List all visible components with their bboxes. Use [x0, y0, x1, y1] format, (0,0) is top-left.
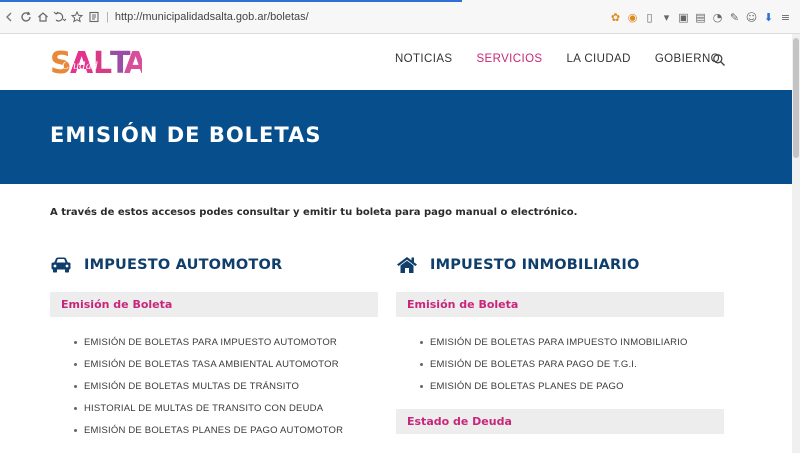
undo-icon[interactable]: [51, 6, 68, 28]
reader-icon[interactable]: [85, 6, 102, 28]
account-icon[interactable]: ☺: [743, 7, 760, 27]
automotor-links: EMISIÓN DE BOLETAS PARA IMPUESTO AUTOMOT…: [50, 331, 378, 441]
home-icon[interactable]: [34, 6, 51, 28]
automotor-title: IMPUESTO AUTOMOTOR: [84, 257, 283, 273]
main-navigation: NOTICIAS SERVICIOS LA CIUDAD GOBIERNO: [371, 34, 720, 84]
browser-extension-icons: ✿ ◉ ▯ ▾ ▣ ▤ ◔ ✎ ☺ ⬇ ≡: [607, 0, 794, 34]
automotor-heading: IMPUESTO AUTOMOTOR: [50, 254, 378, 276]
automotor-section-emision: Emisión de Boleta: [50, 292, 378, 317]
site-header: S A L T A Ciudad NOTICIAS SERVICIOS LA C…: [0, 34, 792, 90]
screenshot-icon[interactable]: ▣: [675, 7, 692, 27]
menu-chevron-icon[interactable]: ▾: [658, 7, 675, 27]
intro-text: A través de estos accesos podes consulta…: [50, 207, 578, 218]
list-item[interactable]: EMISIÓN DE BOLETAS PARA IMPUESTO AUTOMOT…: [74, 331, 378, 353]
url-text: http://municipalidadsalta.gob.ar/boletas…: [114, 10, 309, 23]
settings-icon[interactable]: ✎: [726, 7, 743, 27]
inmobiliario-links: EMISIÓN DE BOLETAS PARA IMPUESTO INMOBIL…: [396, 331, 724, 397]
history-icon[interactable]: ◔: [709, 7, 726, 27]
nav-servicios[interactable]: SERVICIOS: [476, 53, 542, 65]
list-item[interactable]: EMISIÓN DE BOLETAS TASA AMBIENTAL AUTOMO…: [74, 353, 378, 375]
rss-icon[interactable]: ◉: [624, 7, 641, 27]
page-hero: EMISIÓN DE BOLETAS: [0, 90, 792, 184]
browser-toolbar: | http://municipalidadsalta.gob.ar/bolet…: [0, 0, 800, 34]
automotor-column: IMPUESTO AUTOMOTOR Emisión de Boleta EMI…: [50, 254, 378, 441]
tools-icon[interactable]: ▤: [692, 7, 709, 27]
bookmark-star-icon[interactable]: [68, 6, 85, 28]
list-item[interactable]: EMISIÓN DE BOLETAS PLANES DE PAGO AUTOMO…: [74, 419, 378, 441]
menu-icon[interactable]: ≡: [777, 7, 794, 27]
scrollbar-thumb[interactable]: [793, 38, 799, 158]
page-load-progress: [0, 0, 462, 2]
car-icon: [50, 256, 72, 274]
inmobiliario-title: IMPUESTO INMOBILIARIO: [430, 257, 640, 273]
reload-icon[interactable]: [17, 6, 34, 28]
inmobiliario-column: IMPUESTO INMOBILIARIO Emisión de Boleta …: [396, 254, 724, 434]
inmobiliario-heading: IMPUESTO INMOBILIARIO: [396, 254, 724, 276]
list-item[interactable]: EMISIÓN DE BOLETAS PARA IMPUESTO INMOBIL…: [420, 331, 724, 353]
house-icon: [396, 256, 418, 274]
inmobiliario-section-deuda: Estado de Deuda: [396, 409, 724, 434]
page-title: EMISIÓN DE BOLETAS: [50, 123, 322, 147]
extension-icon[interactable]: ✿: [607, 7, 624, 27]
list-item[interactable]: EMISIÓN DE BOLETAS MULTAS DE TRÁNSITO: [74, 375, 378, 397]
search-icon[interactable]: [712, 52, 726, 66]
inmobiliario-section-emision: Emisión de Boleta: [396, 292, 724, 317]
back-icon[interactable]: [0, 6, 17, 28]
address-bar[interactable]: | http://municipalidadsalta.gob.ar/bolet…: [106, 6, 566, 28]
page-scrollbar[interactable]: [792, 34, 800, 453]
svg-text:Ciudad: Ciudad: [62, 61, 98, 72]
nav-gobierno[interactable]: GOBIERNO: [655, 53, 720, 65]
list-item[interactable]: HISTORIAL DE MULTAS DE TRANSITO CON DEUD…: [74, 397, 378, 419]
site-logo[interactable]: S A L T A Ciudad: [50, 42, 148, 81]
nav-noticias[interactable]: NOTICIAS: [395, 53, 453, 65]
list-item[interactable]: EMISIÓN DE BOLETAS PLANES DE PAGO: [420, 375, 724, 397]
svg-text:A: A: [124, 46, 142, 80]
read-mode-icon[interactable]: ▯: [641, 7, 658, 27]
download-icon[interactable]: ⬇: [760, 7, 777, 27]
nav-la-ciudad[interactable]: LA CIUDAD: [567, 53, 631, 65]
list-item[interactable]: EMISIÓN DE BOLETAS PARA PAGO DE T.G.I.: [420, 353, 724, 375]
